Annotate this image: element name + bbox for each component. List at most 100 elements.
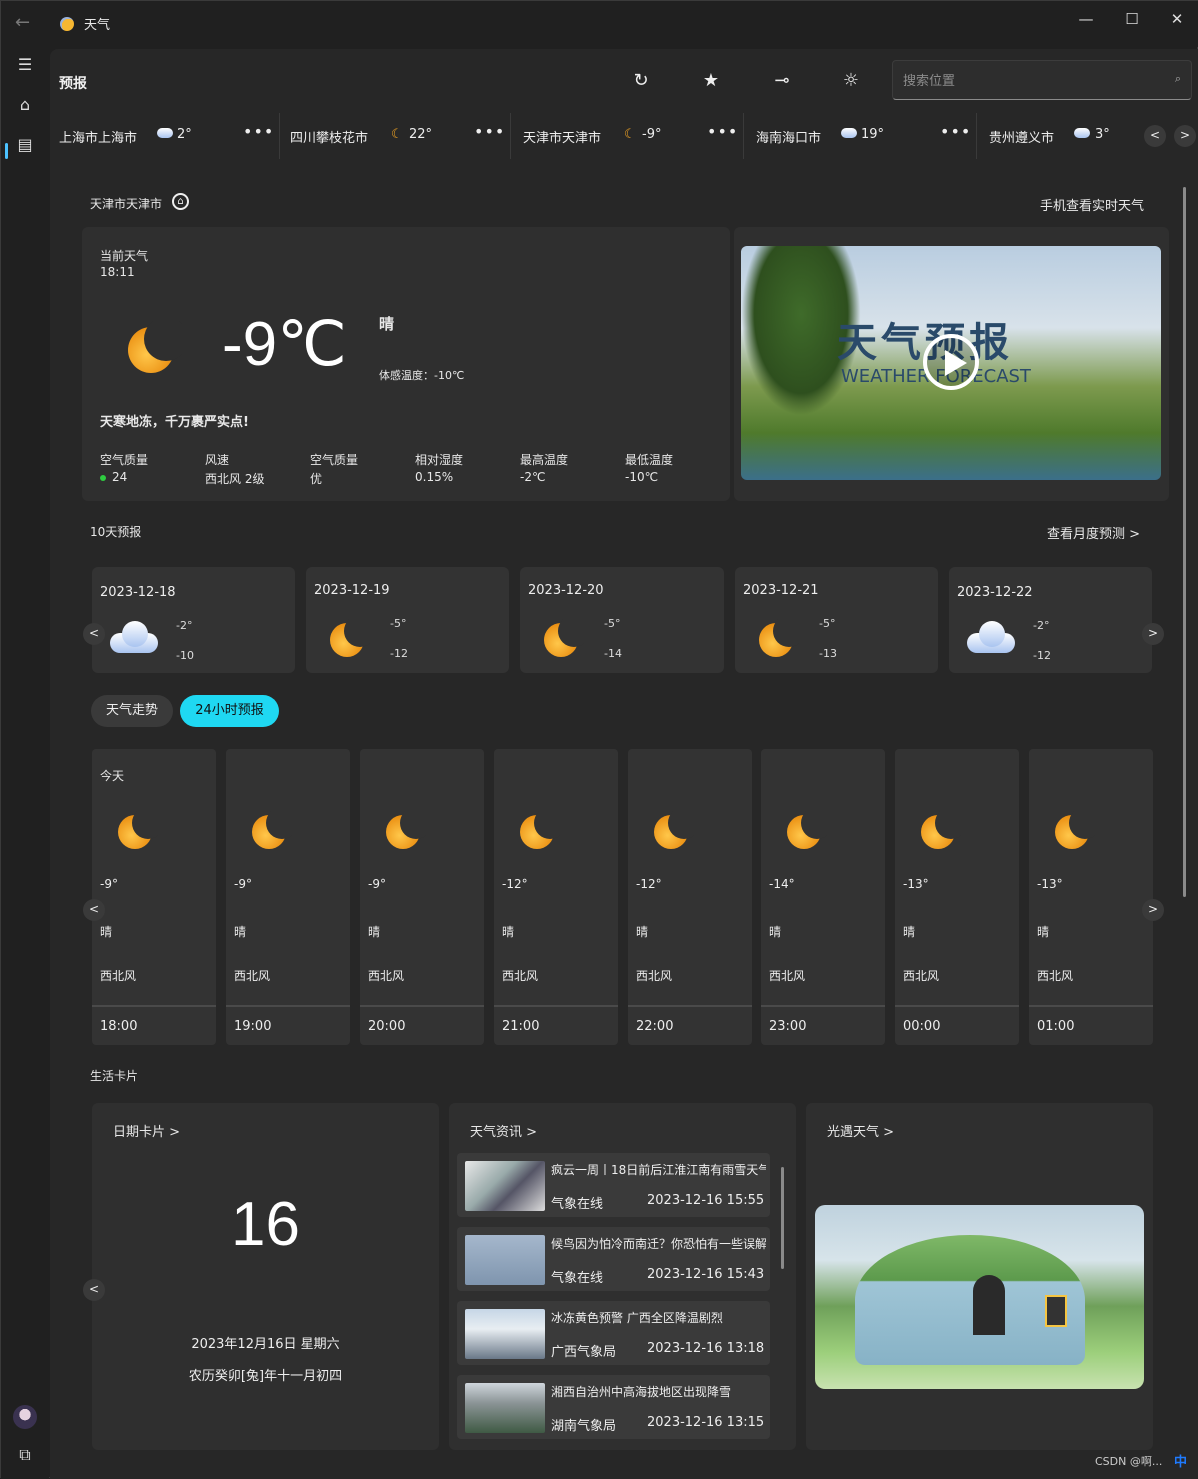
- forecast-next-icon[interactable]: >: [1142, 623, 1164, 645]
- home-icon[interactable]: ⌂: [13, 93, 37, 117]
- forecast-date: 2023-12-18: [100, 585, 176, 600]
- hourly-divider: [360, 1005, 484, 1007]
- more-icon[interactable]: •••: [243, 122, 274, 141]
- cloud-icon: [841, 127, 857, 142]
- news-scrollbar[interactable]: [781, 1167, 784, 1269]
- sky-game-image[interactable]: [815, 1205, 1144, 1389]
- monthly-forecast-link[interactable]: 查看月度预测 >: [1047, 523, 1140, 542]
- watermark: CSDN @啊...: [1095, 1455, 1163, 1468]
- forecast-high: -5°: [819, 617, 836, 630]
- tab-24h-forecast[interactable]: 24小时预报: [180, 695, 279, 727]
- moon-icon: [654, 811, 694, 851]
- forecast-video-thumbnail[interactable]: 天气预报 WEATHER FORECAST: [741, 246, 1161, 480]
- vertical-scrollbar[interactable]: [1183, 187, 1186, 897]
- hourly-time: 01:00: [1037, 1019, 1075, 1034]
- avatar[interactable]: [13, 1405, 37, 1429]
- search-icon[interactable]: ⌕: [1175, 72, 1181, 86]
- sky-weather-card: 光遇天气 >: [806, 1103, 1153, 1450]
- hourly-time: 22:00: [636, 1019, 674, 1034]
- life-prev-icon[interactable]: <: [83, 1279, 105, 1301]
- moon-icon: ☾: [624, 127, 636, 142]
- forecast-low: -10: [176, 649, 194, 662]
- chevron-right-icon[interactable]: >: [1174, 125, 1196, 147]
- hourly-temp: -13°: [903, 877, 929, 891]
- play-icon[interactable]: [923, 334, 979, 390]
- forecast-date: 2023-12-20: [528, 583, 604, 598]
- city-temp: -9°: [642, 127, 662, 142]
- more-icon[interactable]: •••: [940, 122, 971, 141]
- news-card-title[interactable]: 天气资讯 >: [470, 1121, 537, 1140]
- news-thumbnail: [465, 1235, 545, 1285]
- current-condition: 晴: [379, 315, 395, 333]
- home-location-icon[interactable]: ⌂: [172, 193, 189, 210]
- tab-weather-trend[interactable]: 天气走势: [91, 695, 173, 727]
- forecast-low: -12: [390, 647, 408, 660]
- stat-air-quality: 空气质量 24: [100, 453, 149, 484]
- news-item[interactable]: 湘西自治州中高海拔地区出现降雪 湖南气象局 2023-12-16 13:15: [457, 1375, 770, 1439]
- forecast-low: -13: [819, 647, 837, 660]
- news-item[interactable]: 疯云一周丨18日前后江淮江南有雨雪天气 气象在线 2023-12-16 15:5…: [457, 1153, 770, 1217]
- hourly-next-icon[interactable]: >: [1142, 899, 1164, 921]
- theme-sun-icon[interactable]: ☼: [839, 69, 863, 93]
- hourly-condition: 晴: [368, 925, 381, 939]
- news-item[interactable]: 候鸟因为怕冷而南迁？你恐怕有一些误解 气象在线 2023-12-16 15:43: [457, 1227, 770, 1291]
- hourly-card: 今天 -9° 晴西北风 18:00: [92, 749, 216, 1045]
- hourly-wind: 西北风: [1037, 969, 1074, 983]
- hourly-wind: 西北风: [368, 969, 405, 983]
- forecast-day-card[interactable]: 2023-12-21 -5° -13: [735, 567, 938, 673]
- forecast-high: -2°: [176, 619, 193, 632]
- news-item[interactable]: 冰冻黄色预警 广西全区降温剧烈 广西气象局 2023-12-16 13:18: [457, 1301, 770, 1365]
- more-icon[interactable]: •••: [474, 122, 505, 141]
- forecast-day-card[interactable]: 2023-12-19 -5° -12: [306, 567, 509, 673]
- moon-icon: [520, 811, 560, 851]
- app-window: ← 天气 — ☐ ✕ ☰ ⌂ ▤ ⧉ 预报 ↻ ★ ⊸ ☼ ⌕ 上海市上海市: [0, 0, 1198, 1479]
- news-date: 2023-12-16 15:55: [647, 1193, 765, 1208]
- hourly-time: 21:00: [502, 1019, 540, 1034]
- forecast-day-card[interactable]: 2023-12-22 -2° -12: [949, 567, 1152, 673]
- hourly-card: -13° 晴西北风 00:00: [895, 749, 1019, 1045]
- city-tab[interactable]: 天津市天津市 ☾ -9° •••: [514, 113, 744, 159]
- close-button[interactable]: ✕: [1162, 9, 1192, 29]
- current-stats: 空气质量 24 风速 西北风 2级 空气质量优 相对湿度 0.15% 最高温度 -2℃ …: [100, 451, 720, 491]
- location-name: 天津市天津市: [90, 197, 163, 211]
- phone-realtime-link[interactable]: 手机查看实时天气: [1040, 195, 1144, 214]
- maximize-button[interactable]: ☐: [1117, 9, 1147, 29]
- city-temp: 2°: [177, 127, 192, 142]
- date-card-title[interactable]: 日期卡片 >: [113, 1121, 180, 1140]
- hourly-prev-icon[interactable]: <: [83, 899, 105, 921]
- hourly-temp: -12°: [502, 877, 528, 891]
- hourly-wind: 西北风: [502, 969, 539, 983]
- refresh-icon[interactable]: ↻: [629, 69, 653, 93]
- chevron-left-icon[interactable]: <: [1144, 125, 1166, 147]
- forecast-low: -14: [604, 647, 622, 660]
- city-tab[interactable]: 四川攀枝花市 ☾ 22° •••: [281, 113, 511, 159]
- hourly-time: 23:00: [769, 1019, 807, 1034]
- hamburger-menu-icon[interactable]: ☰: [13, 53, 37, 77]
- moon-icon: [330, 619, 370, 659]
- video-card: 天气预报 WEATHER FORECAST: [734, 227, 1169, 501]
- forecast-prev-icon[interactable]: <: [83, 623, 105, 645]
- star-icon[interactable]: ★: [699, 69, 723, 93]
- forecast-day-card[interactable]: 2023-12-20 -5° -14: [520, 567, 724, 673]
- city-temp: 22°: [409, 127, 433, 142]
- city-tabs: 上海市上海市 2° ••• 四川攀枝花市 ☾ 22° ••• 天津市天津市 ☾ …: [50, 113, 1198, 159]
- hourly-temp: -9°: [234, 877, 252, 891]
- forecast-day-card[interactable]: 2023-12-18 -2° -10: [92, 567, 295, 673]
- news-title: 冰冻黄色预警 广西全区降温剧烈: [551, 1311, 723, 1325]
- app-title: 天气: [84, 18, 111, 33]
- pin-icon[interactable]: ⊸: [770, 69, 794, 93]
- forecast-label: 10天预报: [90, 525, 142, 539]
- city-tab[interactable]: 上海市上海市 2° •••: [50, 113, 280, 159]
- back-arrow-icon[interactable]: ←: [15, 13, 35, 33]
- search-input[interactable]: [903, 71, 1153, 91]
- minimize-button[interactable]: —: [1071, 9, 1101, 29]
- moon-icon: [544, 619, 584, 659]
- city-tab[interactable]: 海南海口市 19° •••: [747, 113, 977, 159]
- city-temp: 19°: [861, 127, 885, 142]
- feedback-icon[interactable]: ⧉: [13, 1443, 37, 1467]
- city-tab[interactable]: 贵州遵义市 3°: [980, 113, 1140, 159]
- sky-card-title[interactable]: 光遇天气 >: [827, 1121, 894, 1140]
- city-manage-icon[interactable]: ▤: [13, 133, 37, 157]
- hourly-condition: 晴: [903, 925, 916, 939]
- more-icon[interactable]: •••: [707, 122, 738, 141]
